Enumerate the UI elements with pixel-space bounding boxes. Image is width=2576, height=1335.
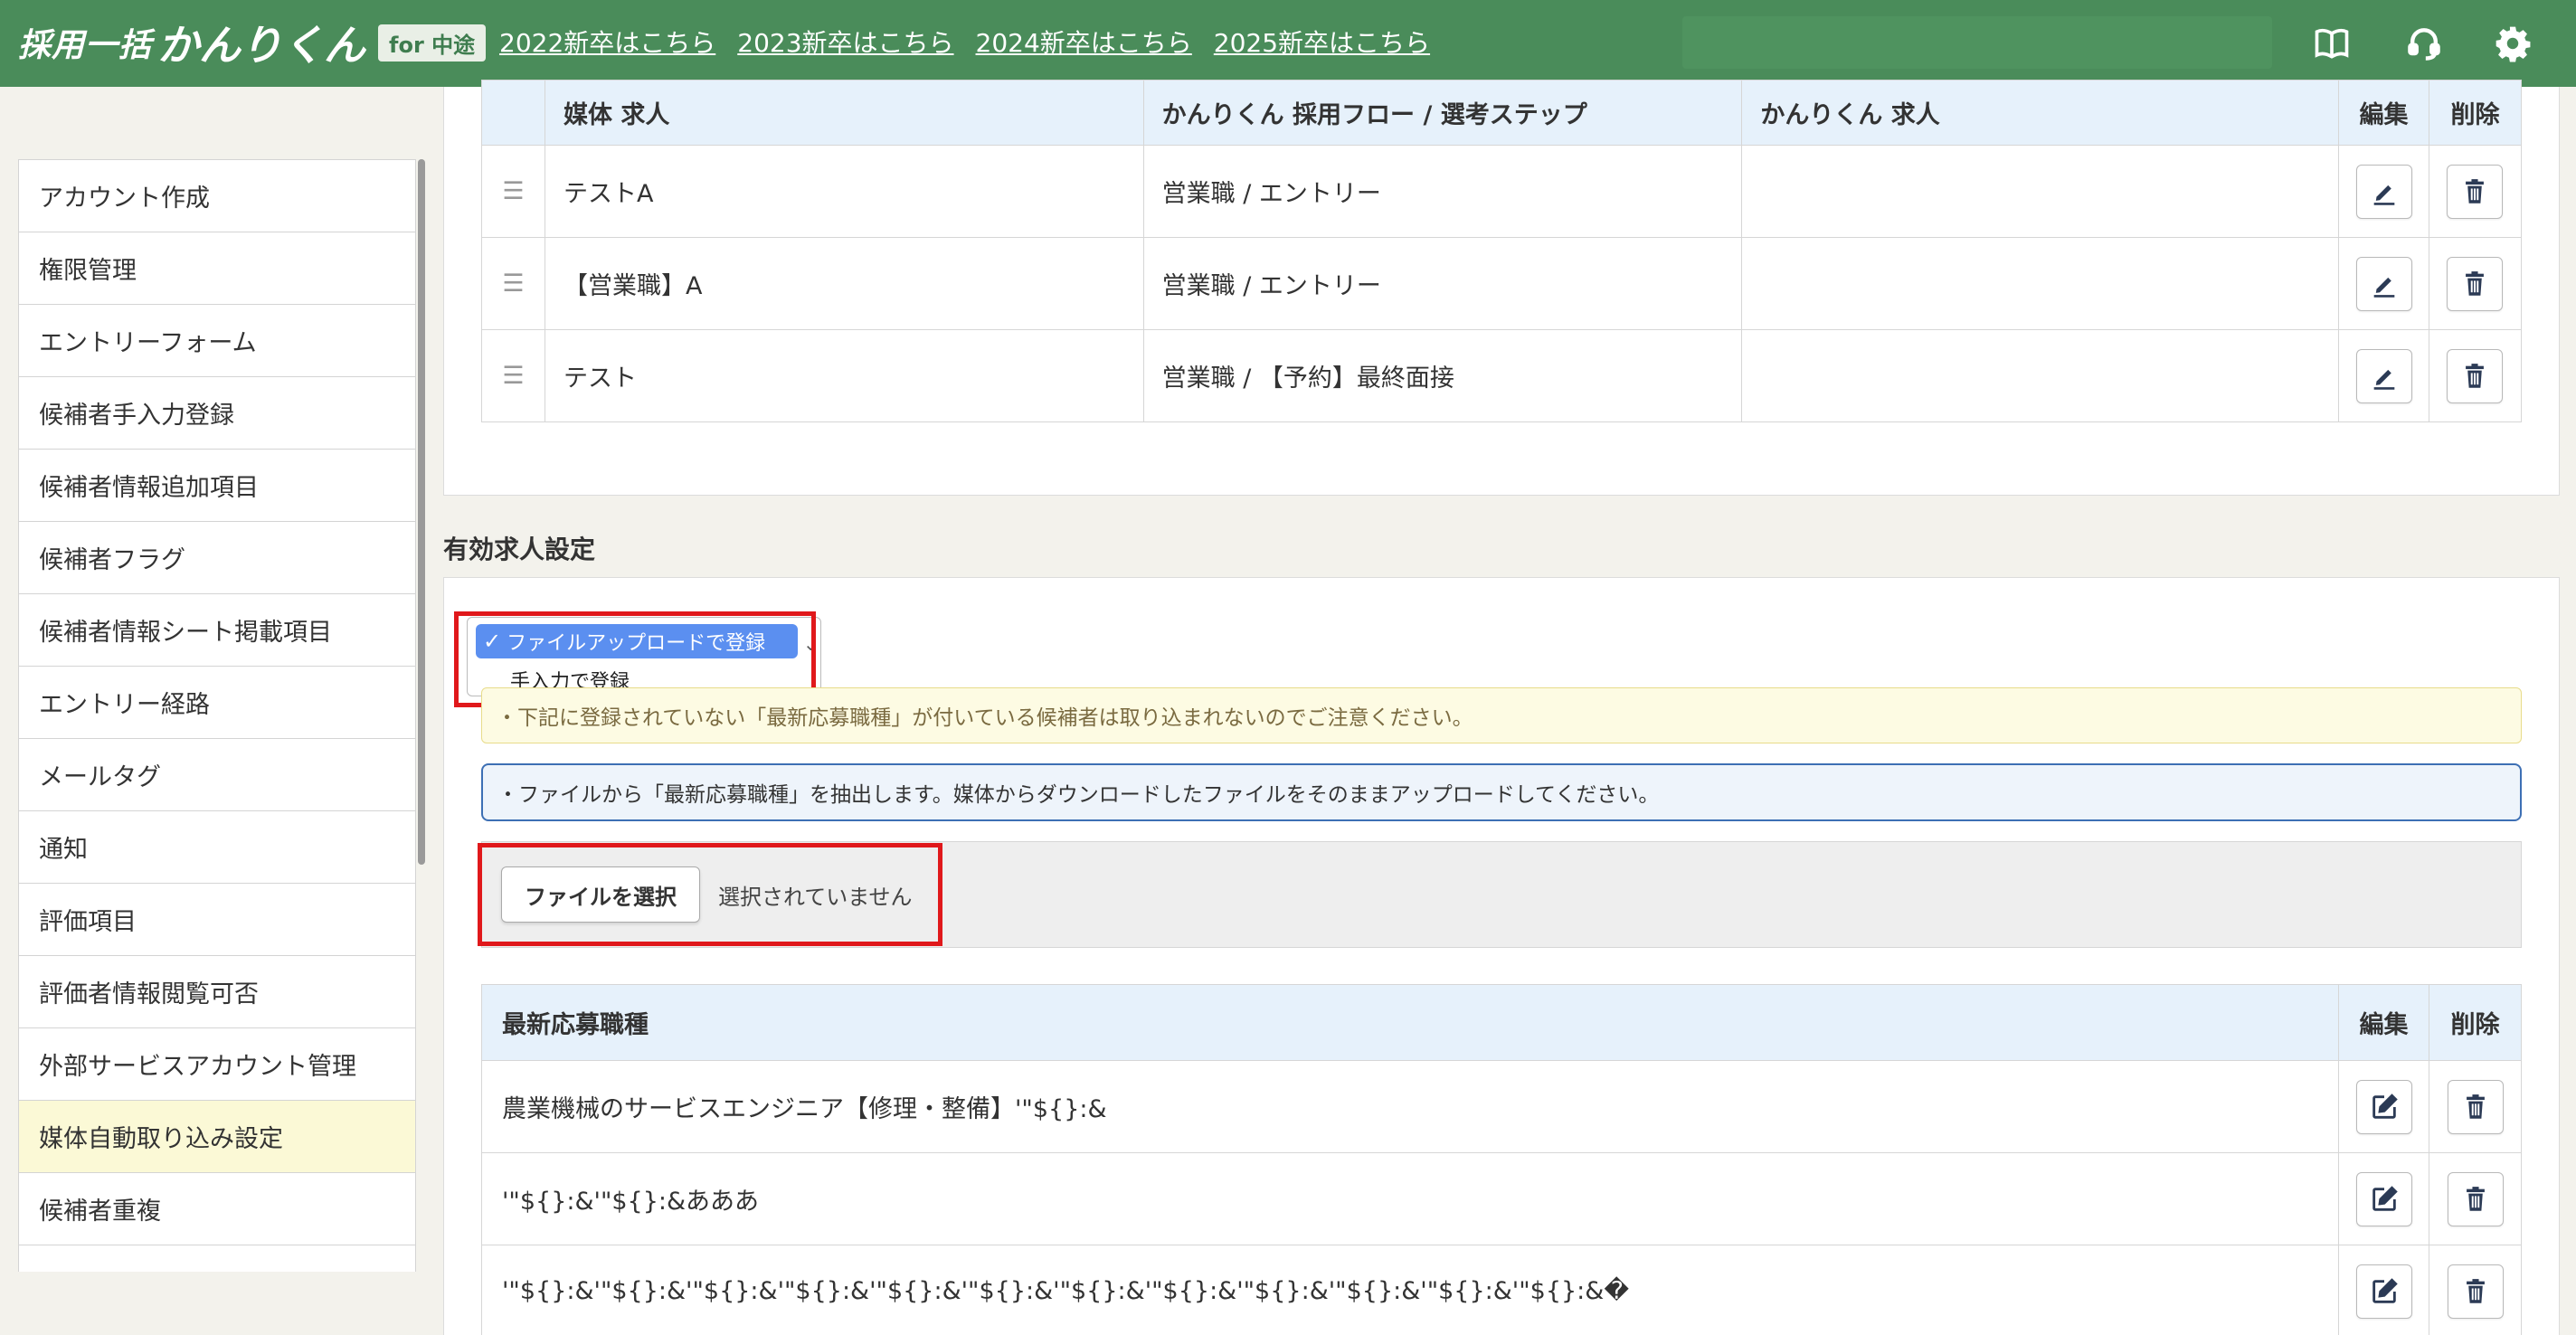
notice-warning: ・下記に登録されていない「最新応募職種」が付いている候補者は取り込まれないのでご… (481, 687, 2522, 743)
sidebar-item-entry-route[interactable]: エントリー経路 (18, 666, 416, 738)
book-icon[interactable] (2312, 24, 2352, 63)
sidebar-item-manual-registration[interactable]: 候補者手入力登録 (18, 376, 416, 449)
kanri-job-cell (1741, 237, 2340, 330)
edit-square-icon (2372, 1277, 2398, 1303)
col-kanri-job: かんりくん 求人 (1741, 80, 2340, 146)
year-link-2025[interactable]: 2025新卒はこちら (1214, 24, 1430, 60)
edit-button[interactable] (2355, 164, 2412, 219)
year-link-2022[interactable]: 2022新卒はこちら (499, 24, 715, 60)
col-edit: 編集 (2338, 984, 2430, 1061)
table-row: ☰ テストA 営業職 / エントリー (481, 145, 2523, 238)
latest-job-cell: '"${}:&'"${}:&'"${}:&'"${}:&'"${}:&'"${}… (480, 1245, 2340, 1335)
flow-step-cell: 営業職 / 【予約】最終面接 (1142, 329, 1743, 422)
year-links: 2022新卒はこちら 2023新卒はこちら 2024新卒はこちら 2025新卒は… (499, 24, 1452, 60)
flow-step-cell: 営業職 / エントリー (1142, 237, 1743, 330)
year-link-2023[interactable]: 2023新卒はこちら (737, 24, 953, 60)
media-job-cell: 【営業職】A (544, 237, 1144, 330)
delete-button[interactable] (2447, 1079, 2504, 1134)
trash-icon (2466, 1094, 2485, 1119)
edit-square-icon (2372, 1185, 2398, 1211)
pencil-icon (2373, 369, 2394, 390)
logo-big-text: かんりくん (157, 21, 366, 70)
col-media-job: 媒体 求人 (544, 80, 1144, 146)
file-status-text: 選択されていません (718, 885, 913, 910)
drag-handle-icon[interactable]: ☰ (481, 145, 545, 238)
section-title-valid-jobs: 有効求人設定 (443, 535, 596, 564)
drag-handle-icon[interactable]: ☰ (481, 237, 545, 330)
sidebar-item-evaluation[interactable]: 評価項目 (18, 883, 416, 955)
edit-square-icon (2372, 1093, 2398, 1119)
sidebar-item-notifications[interactable]: 通知 (18, 810, 416, 883)
latest-job-table: 最新応募職種 編集 削除 農業機械のサービスエンジニア【修理・整備】'"${}:… (480, 984, 2522, 1335)
header-search-area[interactable] (1682, 16, 2272, 69)
table-row: '"${}:&'"${}:&'"${}:&'"${}:&'"${}:&'"${}… (480, 1245, 2522, 1335)
trash-icon (2466, 1278, 2485, 1303)
logo-tag: for 中途 (378, 24, 487, 62)
sidebar-item-additional-fields[interactable]: 候補者情報追加項目 (18, 449, 416, 521)
delete-button[interactable] (2447, 1264, 2504, 1319)
edit-button[interactable] (2355, 1264, 2412, 1319)
handle-header (481, 80, 545, 146)
table-row: 農業機械のサービスエンジニア【修理・整備】'"${}:& (480, 1060, 2522, 1153)
trash-icon (2466, 178, 2485, 204)
sidebar-item-evaluator-access[interactable]: 評価者情報閲覧可否 (18, 955, 416, 1027)
notice-info: ・ファイルから「最新応募職種」を抽出します。媒体からダウンロードしたファイルをそ… (481, 763, 2522, 821)
sidebar-scrollbar[interactable] (418, 159, 425, 865)
latest-job-cell: 農業機械のサービスエンジニア【修理・整備】'"${}:& (480, 1060, 2340, 1153)
trash-icon (2466, 363, 2485, 388)
check-icon: ✓ (483, 629, 502, 654)
dropdown-option-file-upload[interactable]: ✓ ファイルアップロードで登録 (476, 624, 798, 658)
delete-button[interactable] (2447, 348, 2504, 403)
media-mapping-table: 媒体 求人 かんりくん 採用フロー / 選考ステップ かんりくん 求人 編集 削… (481, 80, 2523, 422)
year-link-2024[interactable]: 2024新卒はこちら (976, 24, 1192, 60)
chevron-down-icon: ⌄ (803, 633, 819, 655)
col-latest-job: 最新応募職種 (480, 984, 2340, 1061)
headset-icon[interactable] (2404, 24, 2444, 63)
col-flow-step: かんりくん 採用フロー / 選考ステップ (1142, 80, 1743, 146)
table-row: ☰ 【営業職】A 営業職 / エントリー (481, 237, 2523, 330)
app-header: 採用一括 かんりくん for 中途 2022新卒はこちら 2023新卒はこちら … (0, 0, 2576, 87)
trash-icon (2466, 1186, 2485, 1211)
col-edit: 編集 (2338, 80, 2429, 146)
dropdown-option-label: ファイルアップロードで登録 (507, 632, 766, 655)
sidebar-item-external-accounts[interactable]: 外部サービスアカウント管理 (18, 1027, 416, 1100)
sidebar-item-media-import[interactable]: 媒体自動取り込み設定 (18, 1100, 416, 1172)
table-row: ☰ テスト 営業職 / 【予約】最終面接 (481, 329, 2523, 422)
trash-icon (2466, 270, 2485, 296)
sidebar: アカウント作成 権限管理 エントリーフォーム 候補者手入力登録 候補者情報追加項… (18, 159, 416, 1272)
pencil-icon (2373, 277, 2394, 298)
sidebar-item-more[interactable] (18, 1245, 416, 1272)
edit-button[interactable] (2355, 348, 2412, 403)
gear-icon[interactable] (2493, 24, 2533, 63)
kanri-job-cell (1741, 329, 2340, 422)
edit-button[interactable] (2355, 1171, 2412, 1226)
col-delete: 削除 (2429, 984, 2522, 1061)
logo-text: 採用一括 (18, 27, 153, 64)
sidebar-item-mail-tags[interactable]: メールタグ (18, 738, 416, 810)
delete-button[interactable] (2447, 256, 2504, 311)
sidebar-item-duplicates[interactable]: 候補者重複 (18, 1172, 416, 1245)
edit-button[interactable] (2355, 256, 2412, 311)
col-delete: 削除 (2428, 80, 2523, 146)
flow-step-cell: 営業職 / エントリー (1142, 145, 1743, 238)
delete-button[interactable] (2447, 164, 2504, 219)
drag-handle-icon[interactable]: ☰ (481, 329, 545, 422)
pencil-icon (2373, 185, 2394, 205)
app-logo[interactable]: 採用一括 かんりくん for 中途 (18, 20, 487, 70)
sidebar-item-candidate-flags[interactable]: 候補者フラグ (18, 521, 416, 593)
edit-button[interactable] (2355, 1079, 2412, 1134)
sidebar-item-account-create[interactable]: アカウント作成 (18, 159, 416, 232)
delete-button[interactable] (2447, 1171, 2504, 1226)
sidebar-item-entry-form[interactable]: エントリーフォーム (18, 304, 416, 376)
media-job-cell: テスト (544, 329, 1144, 422)
choose-file-button[interactable]: ファイルを選択 (501, 866, 700, 923)
kanri-job-cell (1741, 145, 2340, 238)
media-job-cell: テストA (544, 145, 1144, 238)
sidebar-item-permissions[interactable]: 権限管理 (18, 232, 416, 304)
latest-job-cell: '"${}:&'"${}:&あああ (480, 1152, 2340, 1245)
table-row: '"${}:&'"${}:&あああ (480, 1152, 2522, 1245)
sidebar-item-info-sheet[interactable]: 候補者情報シート掲載項目 (18, 593, 416, 666)
